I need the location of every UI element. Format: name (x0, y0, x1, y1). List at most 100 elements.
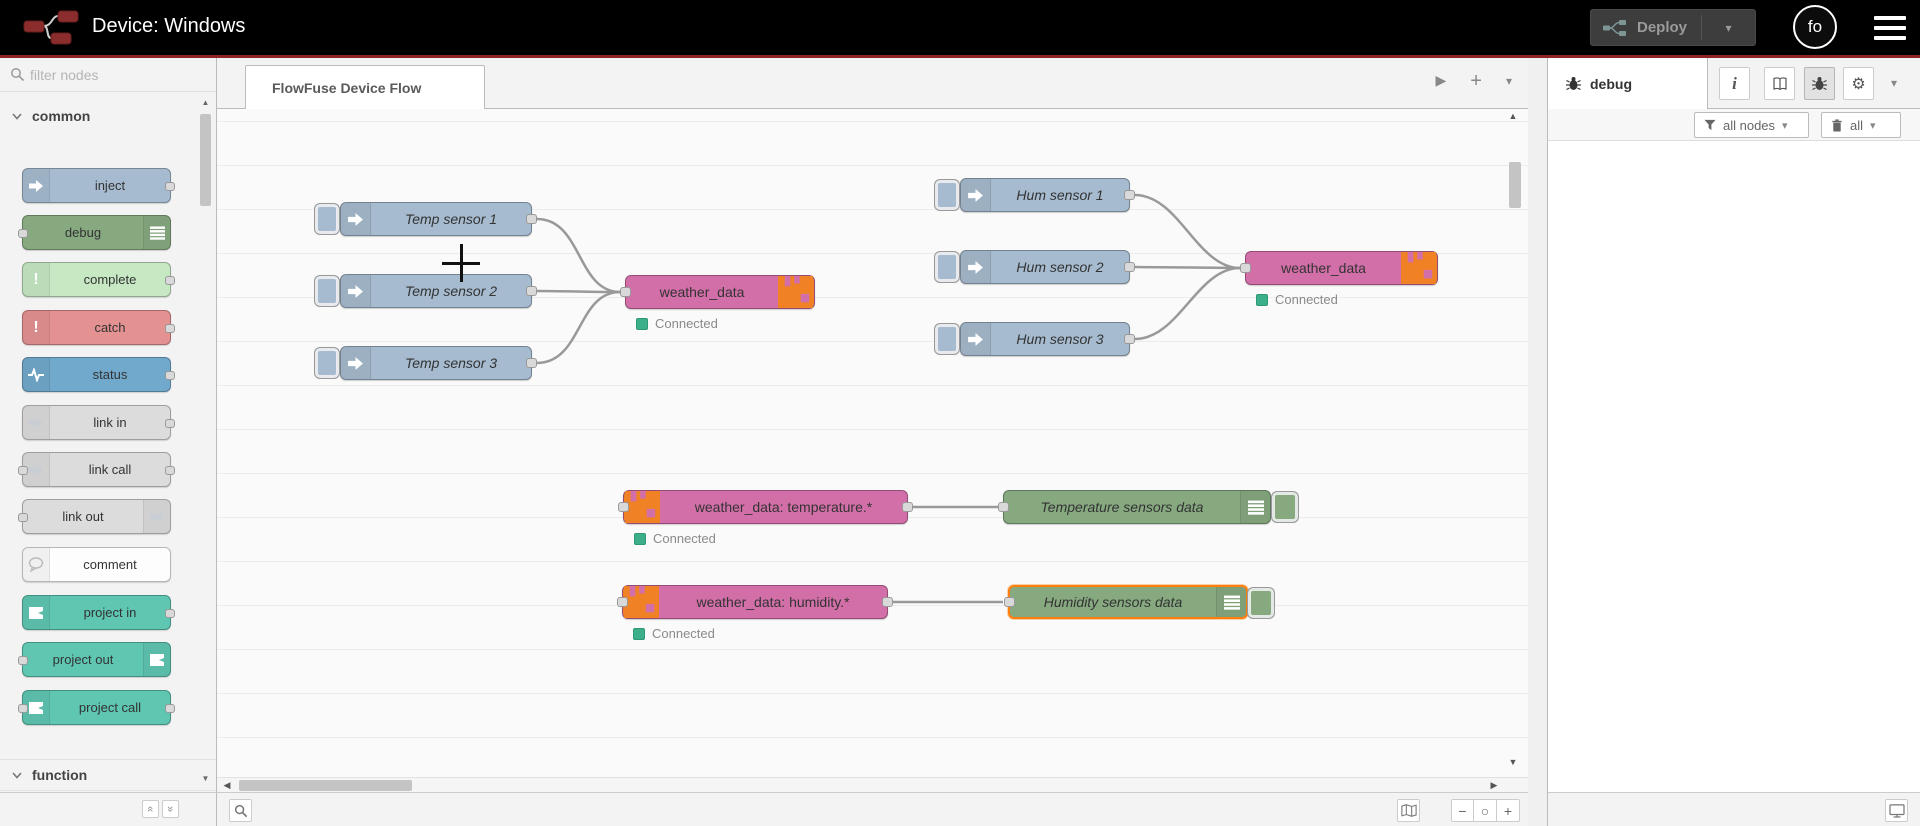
scroll-up-icon[interactable]: ▲ (1504, 109, 1522, 123)
inject-trigger-button[interactable] (314, 275, 340, 307)
sidebar-tab-debug[interactable]: debug (1548, 58, 1708, 109)
main-menu-button[interactable] (1874, 16, 1906, 40)
collapse-categories-button[interactable]: « (142, 800, 159, 818)
palette-category-function[interactable]: function (0, 759, 216, 791)
output-port[interactable] (526, 286, 537, 296)
navigator-button[interactable] (1397, 799, 1420, 822)
zoom-in-button[interactable]: + (1497, 799, 1520, 822)
help-tab-button[interactable] (1764, 67, 1795, 100)
flow-node-weather-data-hum[interactable]: weather_data Connected (1240, 251, 1438, 307)
tab-flowfuse-device-flow[interactable]: FlowFuse Device Flow (245, 65, 485, 109)
flow-node-weather-data-temp[interactable]: weather_data Connected (620, 275, 815, 331)
canvas-vertical-scrollbar[interactable]: ▲ ▼ (1504, 109, 1522, 777)
palette-node-project-out[interactable]: project out (18, 642, 171, 677)
tab-list-caret[interactable]: ▾ (1506, 74, 1512, 88)
search-flows-button[interactable] (229, 799, 252, 822)
debug-toggle-button[interactable] (1271, 491, 1299, 523)
palette-node-link-out[interactable]: link out (18, 499, 171, 534)
output-port[interactable] (526, 358, 537, 368)
project-link-icon (143, 643, 170, 676)
input-port[interactable] (1004, 597, 1015, 607)
info-tab-button[interactable]: i (1719, 67, 1750, 100)
debug-clear-button[interactable]: all ▾ (1821, 112, 1901, 138)
sidebar-tabs-caret[interactable]: ▾ (1891, 76, 1897, 90)
input-port[interactable] (617, 597, 628, 607)
palette-node-link-call[interactable]: link call (18, 452, 175, 487)
output-port[interactable] (1124, 190, 1135, 200)
palette-node-comment[interactable]: comment (22, 547, 171, 582)
input-port[interactable] (998, 502, 1009, 512)
caret-down-icon: ▾ (1782, 119, 1788, 132)
page-title: Device: Windows (92, 15, 246, 37)
zoom-out-button[interactable]: − (1451, 799, 1474, 822)
flow-node-humidity-sensors-data[interactable]: Humidity sensors data (1004, 585, 1275, 619)
expand-categories-button[interactable]: » (162, 800, 179, 818)
wire-temp3-weather (536, 290, 621, 365)
debug-list-icon (1240, 491, 1270, 523)
palette-category-common[interactable]: common (0, 100, 216, 132)
config-nodes-tab-button[interactable]: ⚙ (1843, 67, 1874, 100)
debug-tab-button[interactable] (1804, 67, 1835, 100)
status-dot-green (634, 532, 646, 545)
inject-trigger-button[interactable] (934, 323, 960, 355)
project-link-icon (23, 596, 50, 629)
deploy-button[interactable]: Deploy ▾ (1590, 9, 1756, 46)
inject-trigger-button[interactable] (314, 203, 340, 235)
palette-node-catch[interactable]: ! catch (22, 310, 175, 345)
flow-node-weather-data-temperature-link[interactable]: weather_data: temperature.* Connected (618, 490, 913, 546)
debug-filter-button[interactable]: all nodes ▾ (1694, 112, 1809, 138)
output-port[interactable] (1124, 262, 1135, 272)
next-tab-icon[interactable]: ▶ (1436, 72, 1447, 89)
flowfuse-link-icon (624, 491, 660, 523)
add-flow-button[interactable]: + (1470, 71, 1482, 91)
input-port[interactable] (1240, 263, 1251, 273)
scroll-left-icon[interactable]: ◀ (219, 778, 235, 793)
node-status: Connected (633, 626, 715, 641)
flow-node-temp-sensor-3[interactable]: Temp sensor 3 (314, 346, 537, 380)
flow-node-temp-sensor-2[interactable]: Temp sensor 2 (314, 274, 537, 308)
input-port[interactable] (618, 502, 629, 512)
scroll-down-icon[interactable]: ▼ (1504, 755, 1522, 769)
open-in-window-button[interactable] (1885, 799, 1908, 822)
palette-node-link-in[interactable]: link in (22, 405, 175, 440)
flow-node-hum-sensor-1[interactable]: Hum sensor 1 (934, 178, 1135, 212)
debug-messages-panel[interactable] (1548, 141, 1920, 792)
scrollbar-thumb[interactable] (239, 780, 412, 791)
output-port[interactable] (526, 214, 537, 224)
flow-node-temperature-sensors-data[interactable]: Temperature sensors data (998, 490, 1299, 524)
zoom-reset-button[interactable]: ○ (1474, 799, 1497, 822)
scroll-right-icon[interactable]: ▶ (1486, 778, 1502, 793)
debug-toggle-button[interactable] (1247, 587, 1275, 619)
output-port[interactable] (1124, 334, 1135, 344)
palette-node-inject[interactable]: inject (22, 168, 175, 203)
gear-icon: ⚙ (1851, 75, 1866, 93)
flow-node-weather-data-humidity-link[interactable]: weather_data: humidity.* Connected (617, 585, 893, 641)
filter-nodes-input[interactable] (30, 61, 195, 88)
status-text: Connected (655, 316, 718, 331)
scroll-down-icon[interactable]: ▼ (198, 772, 213, 786)
output-port[interactable] (882, 597, 893, 607)
sidebar-header: debug i ⚙ ▾ (1548, 58, 1920, 109)
output-port[interactable] (902, 502, 913, 512)
scroll-up-icon[interactable]: ▲ (198, 96, 213, 110)
palette-node-project-in[interactable]: project in (22, 595, 175, 630)
flow-node-hum-sensor-3[interactable]: Hum sensor 3 (934, 322, 1135, 356)
deploy-options-caret[interactable]: ▾ (1702, 21, 1755, 35)
scrollbar-thumb[interactable] (200, 114, 211, 206)
palette-node-debug[interactable]: debug (18, 215, 171, 250)
status-dot-green (633, 627, 645, 640)
input-port[interactable] (620, 287, 631, 297)
palette-node-project-call[interactable]: project call (18, 690, 175, 725)
flow-canvas[interactable]: Temp sensor 1 Temp sensor 2 Temp sensor … (217, 109, 1528, 777)
canvas-horizontal-scrollbar[interactable]: ◀ ▶ (217, 777, 1528, 792)
palette-node-complete[interactable]: ! complete (22, 262, 175, 297)
palette-node-status[interactable]: status (22, 357, 175, 392)
inject-trigger-button[interactable] (314, 347, 340, 379)
scrollbar-thumb[interactable] (1509, 162, 1521, 208)
flow-node-hum-sensor-2[interactable]: Hum sensor 2 (934, 250, 1135, 284)
inject-trigger-button[interactable] (934, 251, 960, 283)
inject-trigger-button[interactable] (934, 179, 960, 211)
sidebar-splitter[interactable] (1528, 58, 1547, 826)
flow-node-temp-sensor-1[interactable]: Temp sensor 1 (314, 202, 537, 236)
avatar[interactable]: fo (1793, 5, 1837, 49)
